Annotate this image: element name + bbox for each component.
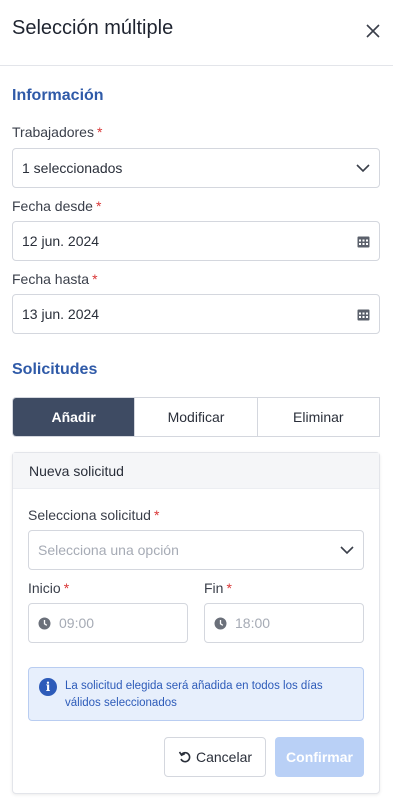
new-request-card-header: Nueva solicitud: [13, 453, 379, 489]
end-label: Fin *: [204, 580, 232, 596]
start-label: Inicio *: [28, 580, 70, 596]
request-type-select[interactable]: Selecciona una opción: [28, 530, 364, 570]
chevron-down-icon: [339, 542, 355, 558]
cancel-button-label: Cancelar: [195, 749, 253, 765]
info-icon: i: [39, 678, 57, 696]
info-alert-text: La solicitud elegida será añadida en tod…: [65, 680, 323, 709]
requests-section-title: Solicitudes: [12, 361, 98, 378]
request-select-label: Selecciona solicitud *: [28, 507, 160, 523]
clock-icon: [214, 617, 227, 630]
tab-modify[interactable]: Modificar: [135, 398, 258, 436]
clock-icon: [38, 617, 51, 630]
date-to-value: 13 jun. 2024: [22, 306, 100, 322]
date-from-value: 12 jun. 2024: [22, 233, 100, 249]
date-to-field[interactable]: 13 jun. 2024: [12, 294, 380, 334]
workers-select[interactable]: 1 seleccionados: [12, 148, 380, 188]
cancel-button[interactable]: Cancelar: [164, 737, 266, 777]
calendar-icon[interactable]: [355, 233, 371, 249]
tab-add[interactable]: Añadir: [13, 398, 136, 436]
date-from-field[interactable]: 12 jun. 2024: [12, 221, 380, 261]
request-type-placeholder: Selecciona una opción: [38, 542, 179, 558]
calendar-icon[interactable]: [355, 306, 371, 322]
dialog-header: Selección múltiple: [0, 0, 393, 66]
end-time-placeholder: 18:00: [235, 615, 271, 631]
info-alert: i La solicitud elegida será añadida en t…: [28, 667, 364, 721]
chevron-down-icon: [355, 160, 371, 176]
tab-delete[interactable]: Eliminar: [258, 398, 379, 436]
undo-icon: [178, 750, 192, 764]
start-time-placeholder: 09:00: [59, 615, 95, 631]
confirm-button[interactable]: Confirmar: [275, 737, 364, 777]
dialog-title: Selección múltiple: [12, 17, 174, 39]
date-to-label: Fecha hasta *: [12, 271, 98, 287]
info-section-title: Información: [12, 87, 104, 104]
request-action-tabs: Añadir Modificar Eliminar: [12, 397, 380, 437]
start-time-field[interactable]: 09:00: [28, 603, 188, 643]
date-from-label: Fecha desde *: [12, 198, 102, 214]
workers-label: Trabajadores *: [12, 124, 103, 140]
end-time-field[interactable]: 18:00: [204, 603, 364, 643]
workers-select-value: 1 seleccionados: [22, 160, 123, 176]
close-icon[interactable]: [364, 22, 382, 40]
new-request-title: Nueva solicitud: [29, 463, 124, 479]
